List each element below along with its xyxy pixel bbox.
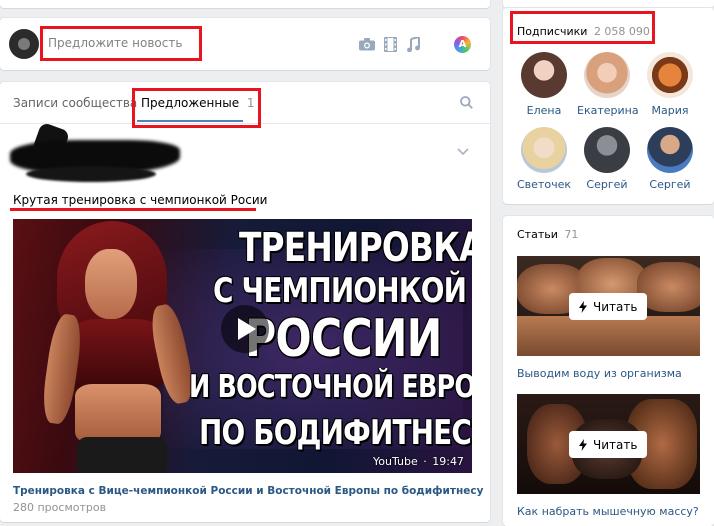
avatar[interactable] (521, 52, 567, 98)
play-icon (238, 318, 256, 340)
feed-card: Записи сообщества Предложенные 1 Крутая … (0, 82, 490, 522)
subscriber-name[interactable]: Сергей (640, 178, 700, 191)
composer-avatar (9, 29, 39, 59)
top-card-strip (0, 0, 490, 8)
avatar-a-icon[interactable]: A (454, 36, 471, 53)
read-label: Читать (593, 299, 638, 314)
subscriber-name[interactable]: Екатерина (577, 104, 639, 117)
articles-card: Статьи 71 Читать Выводим воду из организ… (503, 216, 714, 526)
video-thumbnail[interactable]: ТРЕНИРОВКА С ЧЕМПИОНКОЙ РОССИИ И ВОСТОЧН… (13, 219, 472, 473)
post-text: Крутая тренировка с чемпионкой Росии (13, 193, 268, 207)
read-label: Читать (593, 437, 638, 452)
thumb-line-3: РОССИИ (245, 309, 442, 369)
redacted-author-scribble (6, 121, 186, 184)
video-duration: 19:47 (432, 455, 464, 468)
camera-icon[interactable] (359, 38, 375, 51)
avatar[interactable] (584, 52, 630, 98)
avatar[interactable] (647, 127, 693, 173)
athlete-figure (27, 219, 198, 473)
post-text-underline (10, 208, 256, 211)
subscriber-name[interactable]: Мария (640, 104, 700, 117)
article-title[interactable]: Выводим воду из организма (517, 367, 682, 380)
articles-count: 71 (564, 228, 579, 241)
subscriber-name[interactable]: Светочек (514, 178, 574, 191)
avatar[interactable] (584, 127, 630, 173)
tab-community-posts[interactable]: Записи сообщества (13, 96, 137, 110)
articles-label: Статьи (517, 228, 558, 241)
read-button[interactable]: Читать (569, 293, 648, 320)
lightning-icon (579, 438, 587, 451)
articles-header[interactable]: Статьи 71 (517, 228, 578, 241)
highlight-composer (40, 26, 202, 61)
chevron-down-icon[interactable] (457, 148, 469, 156)
article-cover[interactable]: Читать (517, 394, 700, 494)
lightning-icon (579, 300, 587, 313)
video-source-duration: YouTube · 19:47 (373, 455, 464, 468)
video-title-link[interactable]: Тренировка с Вице-чемпионкой России и Во… (13, 485, 483, 497)
highlight-subscribers (510, 11, 655, 44)
article-title[interactable]: Как набрать мышечную массу? (517, 505, 699, 518)
article-cover[interactable]: Читать (517, 256, 700, 356)
avatar[interactable] (521, 127, 567, 173)
right-top-strip (503, 0, 714, 8)
thumb-line-1: ТРЕНИРОВКА (239, 225, 472, 271)
highlight-suggested-tab (132, 88, 261, 128)
read-button[interactable]: Читать (569, 431, 648, 458)
subscriber-name[interactable]: Сергей (577, 178, 637, 191)
search-icon[interactable] (460, 96, 473, 109)
thumb-line-4: И ВОСТОЧНОЙ ЕВРОПЫ (189, 369, 472, 405)
music-icon[interactable] (407, 37, 420, 52)
subscriber-name[interactable]: Елена (514, 104, 574, 117)
video-views: 280 просмотров (13, 501, 107, 514)
avatar[interactable] (647, 52, 693, 98)
thumb-line-5: ПО БОДИФИТНЕСУ (199, 413, 472, 453)
play-button[interactable] (221, 305, 269, 353)
film-icon[interactable] (384, 37, 397, 52)
video-source: YouTube (373, 455, 418, 468)
